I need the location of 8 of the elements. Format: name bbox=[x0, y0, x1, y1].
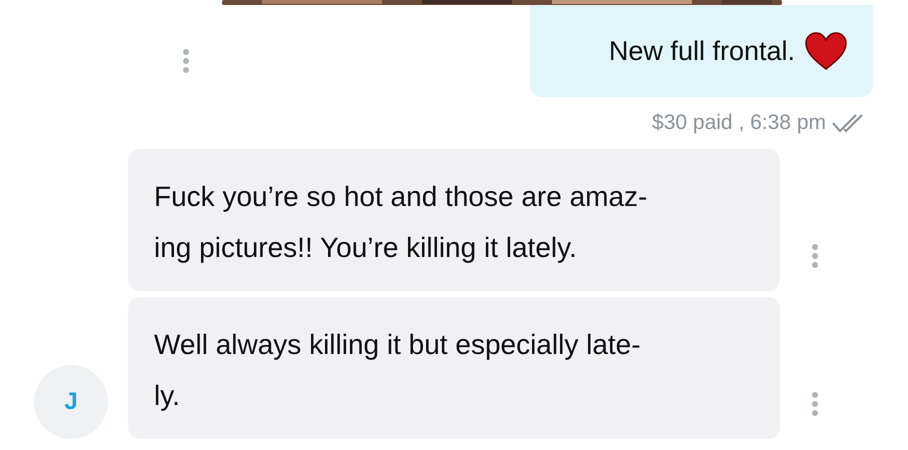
more-options-icon[interactable] bbox=[811, 243, 819, 269]
message-text: New full frontal. bbox=[608, 34, 795, 68]
payment-time-text: $30 paid , 6:38 pm bbox=[652, 110, 826, 136]
more-options-icon[interactable] bbox=[811, 391, 819, 417]
message-text: Fuck you’re so hot and those are amaz- ing pictures!! You’re killing it lately. bbox=[154, 181, 648, 263]
more-options-icon[interactable] bbox=[182, 48, 190, 74]
avatar[interactable]: J bbox=[34, 365, 108, 439]
message-text: Well always killing it but especially late- ly. bbox=[154, 329, 641, 411]
